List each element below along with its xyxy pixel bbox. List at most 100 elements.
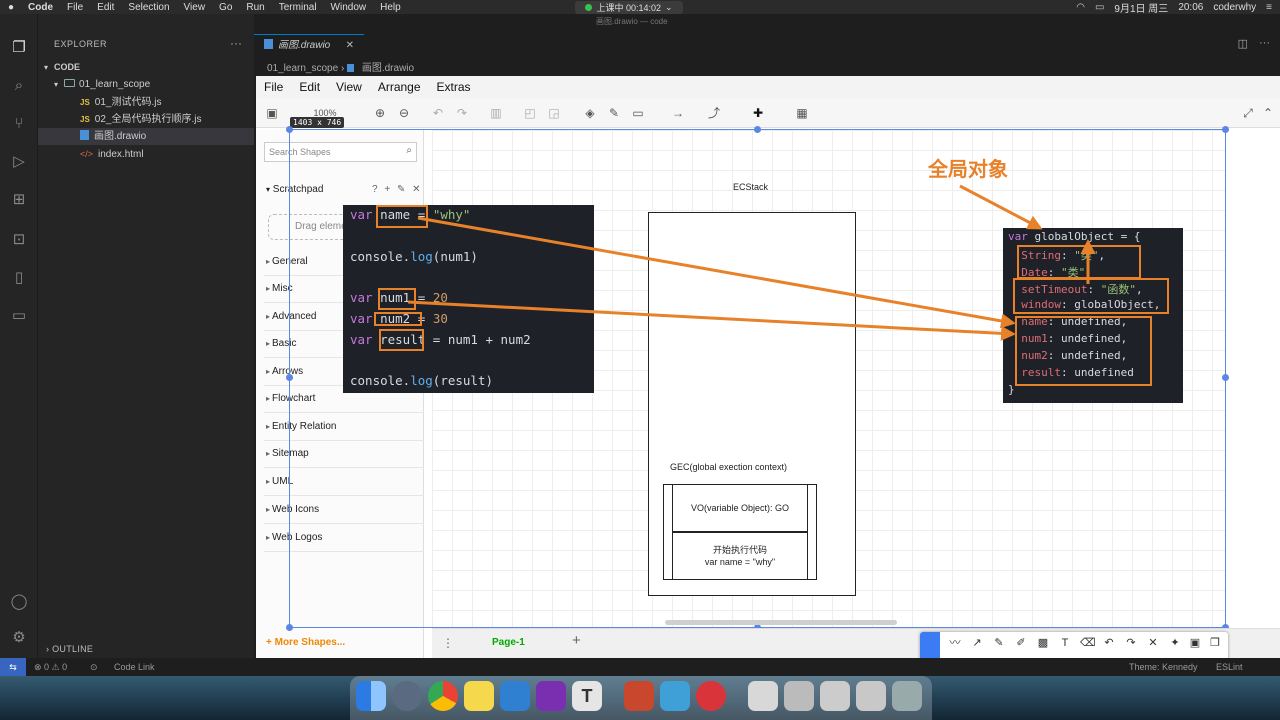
add-page-icon[interactable]: + [572, 632, 581, 649]
resize-handle[interactable] [1222, 374, 1229, 381]
remote-icon[interactable]: ⇆ [0, 658, 26, 676]
netease-music-icon[interactable] [696, 681, 726, 711]
menu-window[interactable]: Window [331, 2, 367, 13]
text-icon[interactable]: T [1058, 636, 1072, 650]
folder-icon[interactable]: ▭ [9, 306, 29, 326]
resize-handle[interactable] [754, 126, 761, 133]
drawio-menu-arrange[interactable]: Arrange [378, 80, 421, 94]
undo-icon[interactable]: ↶ [1102, 636, 1116, 650]
save-icon[interactable]: ▣ [1188, 636, 1202, 650]
copy-icon[interactable]: ❐ [1208, 636, 1222, 650]
breadcrumb-folder[interactable]: 01_learn_scope [267, 63, 338, 74]
theme-status[interactable]: Theme: Kennedy [1129, 662, 1198, 672]
table-icon[interactable]: ▦ [790, 105, 814, 121]
eraser-icon[interactable]: ⌫ [1080, 636, 1096, 650]
notes-icon[interactable] [464, 681, 494, 711]
pin-icon[interactable]: ✦ [1168, 636, 1182, 650]
drawio-menu-view[interactable]: View [336, 80, 362, 94]
undo-icon[interactable]: ↶ [430, 105, 446, 121]
arrow-tool-icon[interactable]: ↗ [970, 636, 984, 650]
resize-handle[interactable] [286, 624, 293, 631]
line-color-icon[interactable]: ✎ [606, 105, 622, 121]
menu-go[interactable]: Go [219, 2, 232, 13]
exec-box[interactable]: 开始执行代码 var name = "why" [672, 532, 808, 580]
recording-indicator[interactable]: 上课中 00:14:02 ⌄ [575, 1, 683, 14]
control-center-icon[interactable]: ≡ [1266, 2, 1272, 13]
drawio-menu-file[interactable]: File [264, 80, 283, 94]
drawio-menu-edit[interactable]: Edit [299, 80, 320, 94]
collapse-icon[interactable]: ⌃ [1260, 105, 1276, 121]
screenshot-icon[interactable] [784, 681, 814, 711]
to-front-icon[interactable]: ◰ [522, 105, 538, 121]
onenote-icon[interactable] [536, 681, 566, 711]
menu-run[interactable]: Run [246, 2, 264, 13]
launchpad-icon[interactable] [392, 681, 422, 711]
app-menu[interactable]: Code [28, 2, 53, 13]
finder-icon[interactable] [356, 681, 386, 711]
fullscreen-icon[interactable]: ⤢ [1240, 105, 1256, 121]
document-icon[interactable] [748, 681, 778, 711]
account-icon[interactable]: ◯ [9, 592, 29, 612]
pen-icon[interactable]: ✎ [992, 636, 1006, 650]
tree-file-4[interactable]: </> index.html [38, 146, 254, 163]
tree-root[interactable]: ▾ CODE [38, 59, 254, 76]
waypoints-icon[interactable]: ⤴ [702, 105, 726, 121]
menu-file[interactable]: File [67, 2, 83, 13]
tab-page-1[interactable]: Page-1 [492, 637, 525, 648]
mosaic-icon[interactable]: ▩ [1036, 636, 1050, 650]
resize-handle[interactable] [1222, 126, 1229, 133]
tree-file-2[interactable]: JS 02_全局代码执行顺序.js [38, 111, 254, 128]
delete-icon[interactable]: ▥ [488, 105, 504, 121]
resize-handle[interactable] [286, 374, 293, 381]
close-icon[interactable]: ✕ [346, 35, 354, 57]
menubar-user[interactable]: coderwhy [1213, 2, 1256, 13]
more-actions-icon[interactable]: ··· [230, 36, 242, 50]
connection-icon[interactable]: → [666, 105, 690, 121]
extensions-icon[interactable]: ⊞ [9, 190, 29, 210]
insert-icon[interactable]: ✚ [746, 105, 770, 121]
settings-icon[interactable]: ⚙ [9, 628, 29, 648]
pages-menu-icon[interactable]: ⋮ [442, 636, 454, 650]
redo-icon[interactable]: ↷ [1124, 636, 1138, 650]
tree-file-3[interactable]: 画图.drawio [38, 128, 254, 145]
to-back-icon[interactable]: ◲ [546, 105, 562, 121]
zoom-out-icon[interactable]: ⊖ [396, 105, 412, 121]
vo-box[interactable]: VO(variable Object): GO [672, 484, 808, 532]
menu-selection[interactable]: Selection [128, 2, 169, 13]
menubar-time[interactable]: 20:06 [1178, 2, 1203, 13]
more-actions-icon[interactable]: ··· [1259, 37, 1270, 49]
downloads-icon[interactable] [856, 681, 886, 711]
run-icon[interactable]: ▷ [9, 152, 29, 172]
tree-file-1[interactable]: JS 01_测试代码.js [38, 94, 254, 111]
battery-icon[interactable]: ▭ [1095, 2, 1104, 13]
redo-icon[interactable]: ↷ [454, 105, 470, 121]
menubar-date[interactable]: 9月1日 周三 [1114, 0, 1168, 15]
wifi-icon[interactable]: ◠ [1076, 2, 1085, 13]
typora-icon[interactable]: T [572, 681, 602, 711]
tree-folder[interactable]: ▾ 01_learn_scope [38, 76, 254, 93]
source-control-icon[interactable]: ⑂ [9, 114, 29, 134]
explorer-icon[interactable]: ❐ [9, 38, 29, 58]
codelink-status[interactable]: Code Link [114, 662, 155, 672]
problems-count[interactable]: ⊗ 0 ⚠ 0 [34, 662, 67, 673]
chrome-icon[interactable] [428, 681, 458, 711]
fill-color-icon[interactable]: ◈ [582, 105, 598, 121]
bookmark-icon[interactable]: ▯ [9, 268, 29, 288]
menu-edit[interactable]: Edit [97, 2, 114, 13]
send-icon[interactable] [660, 681, 690, 711]
outline-section[interactable]: › OUTLINE [46, 644, 93, 654]
format-panel-icon[interactable]: ▣ [264, 105, 280, 121]
menu-terminal[interactable]: Terminal [279, 2, 317, 13]
menu-help[interactable]: Help [380, 2, 401, 13]
drawio-menu-extras[interactable]: Extras [437, 80, 471, 94]
split-editor-icon[interactable]: ◫ [1238, 37, 1248, 50]
line-chart-icon[interactable]: 〰 [948, 636, 962, 650]
search-icon[interactable]: ⌕ [9, 76, 29, 96]
powerpoint-icon[interactable] [624, 681, 654, 711]
horizontal-scrollbar[interactable] [665, 620, 897, 625]
menu-view[interactable]: View [184, 2, 206, 13]
highlighter-icon[interactable]: ✐ [1014, 636, 1028, 650]
folder-stack-icon[interactable] [820, 681, 850, 711]
shadow-icon[interactable]: ▭ [630, 105, 646, 121]
more-shapes-button[interactable]: + More Shapes... [266, 637, 345, 648]
